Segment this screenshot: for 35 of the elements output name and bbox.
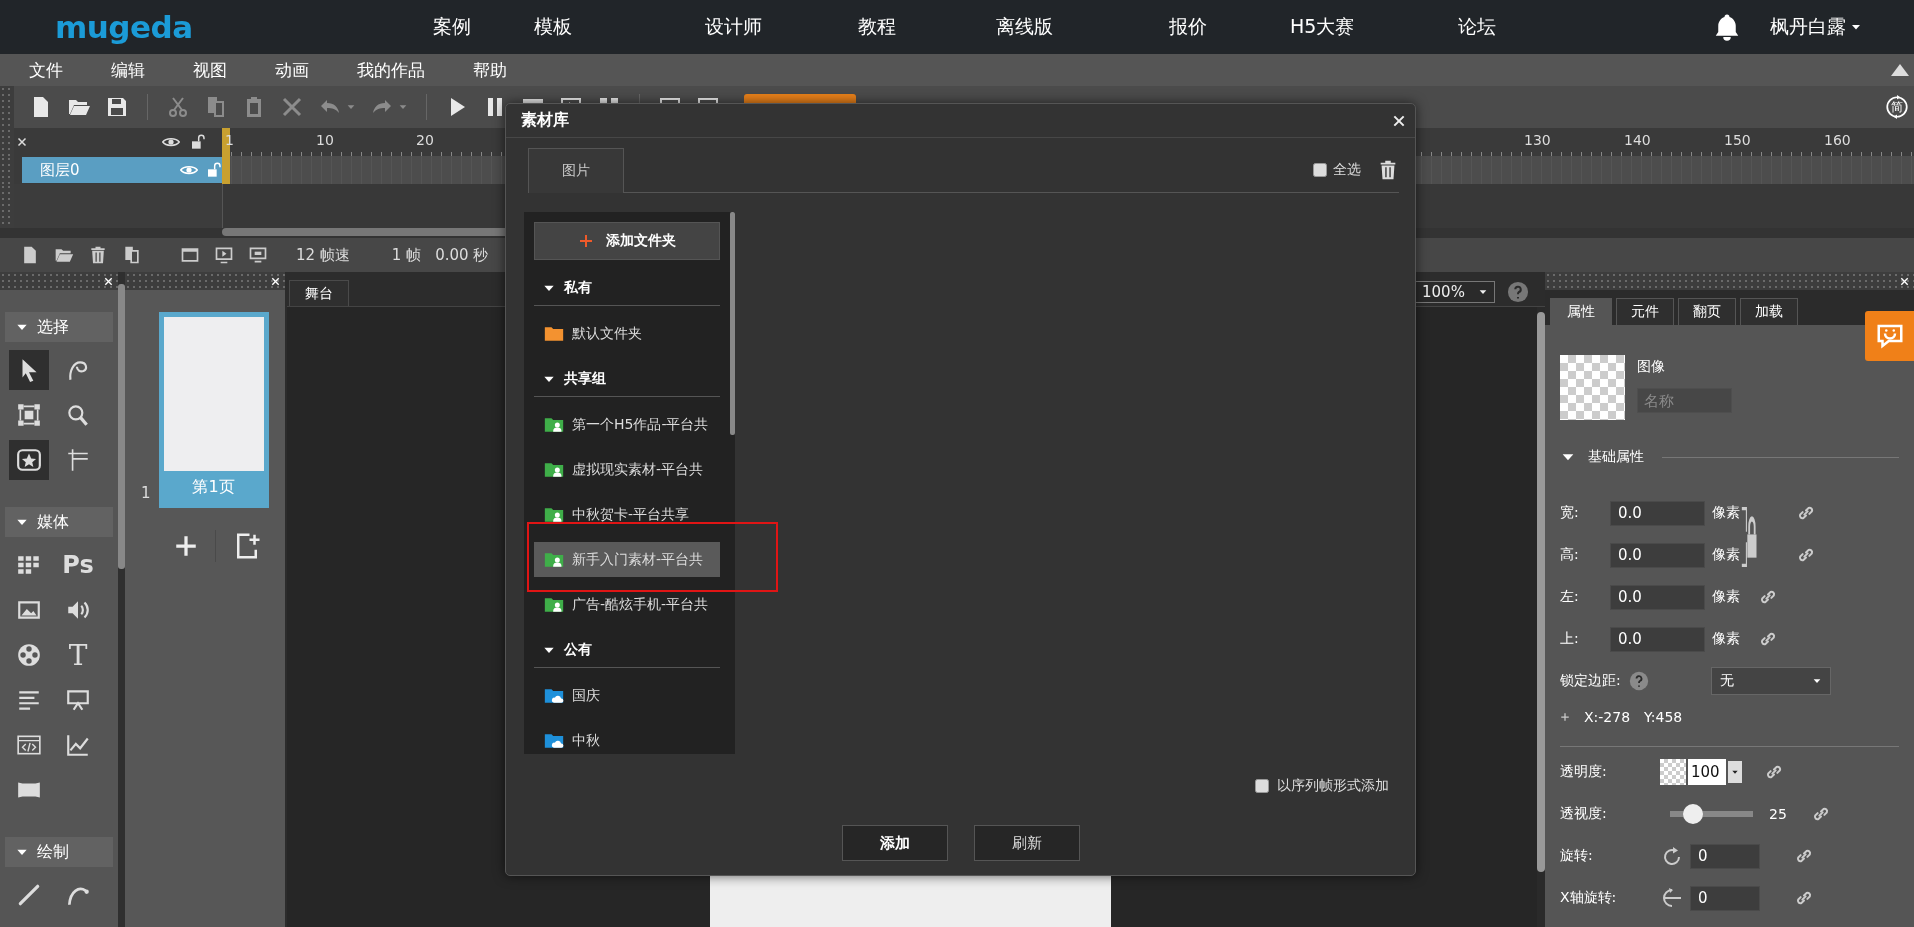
ruler-tick: 130	[1524, 132, 1551, 148]
ruler-tick: 150	[1724, 132, 1751, 148]
field-label: 透视度:	[1560, 805, 1608, 823]
section-title: 选择	[37, 316, 69, 338]
group-title: 共享组	[564, 369, 606, 388]
field-label: 上:	[1560, 630, 1580, 648]
element-type: 图像	[1637, 358, 1666, 376]
ruler-tick: 140	[1624, 132, 1651, 148]
ruler-tick: 20	[416, 132, 434, 148]
unit-label: 像素	[1712, 588, 1740, 606]
field-label: 高:	[1560, 546, 1580, 564]
unit-label: 像素	[1712, 504, 1740, 522]
unit-label: 像素	[1712, 546, 1740, 564]
section-title: 媒体	[37, 511, 69, 533]
page-number: 1	[141, 484, 151, 502]
coordinate-label: X:-278	[1584, 709, 1631, 725]
field-label: 左:	[1560, 588, 1580, 606]
group-title: 私有	[564, 278, 592, 297]
field-label: 宽:	[1560, 504, 1580, 522]
ruler-tick: 160	[1824, 132, 1851, 148]
unit-label: 像素	[1712, 630, 1740, 648]
section-title: 基础属性	[1588, 448, 1644, 466]
field-label: 透明度:	[1560, 763, 1608, 781]
field-label: X轴旋转:	[1560, 889, 1618, 907]
coordinate-label: Y:458	[1644, 709, 1683, 725]
section-title: 绘制	[37, 841, 69, 863]
dialog-title: 素材库	[521, 110, 570, 131]
slider-value: 25	[1769, 806, 1787, 822]
group-title: 公有	[564, 640, 592, 659]
frame-rate: 12 帧速	[296, 245, 350, 265]
field-label: 旋转:	[1560, 847, 1594, 865]
frame-count: 1 帧	[391, 245, 422, 265]
ruler-tick: 10	[316, 132, 334, 148]
time-value: 0.00 秒	[435, 245, 489, 265]
field-label: 锁定边距:	[1560, 672, 1621, 690]
